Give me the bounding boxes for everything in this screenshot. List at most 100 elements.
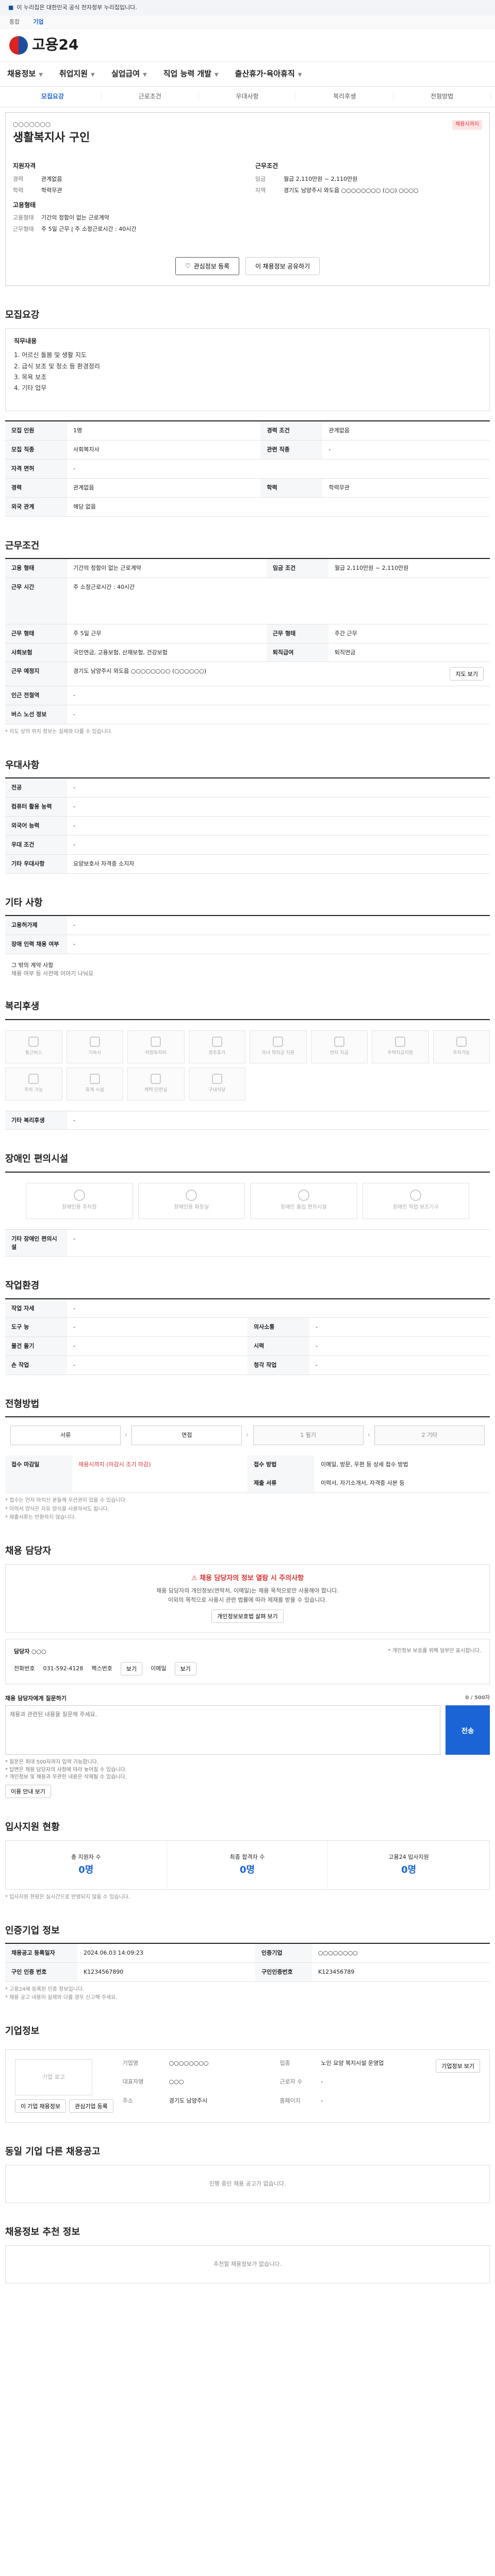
email-view-button[interactable]: 보기 <box>174 1662 196 1675</box>
table-row: 근무 시간 주 소정근로시간 : 40시간 <box>5 578 490 624</box>
deadline-badge: 채용시까지 <box>452 120 482 130</box>
stats-heading: 입사지원 현황 <box>5 1821 60 1833</box>
meta-heading: 인증기업 정보 <box>5 1925 60 1936</box>
fax-label: 팩스번호 <box>91 1665 112 1672</box>
dumbbell-icon <box>151 1074 161 1084</box>
fax-view-button[interactable]: 보기 <box>120 1662 143 1675</box>
employment-block: 고용형태 고용형태 기간의 정함이 없는 근로계약 근무형태 주 5일 근무 | 주… <box>13 201 240 236</box>
table-row: 경력 관계없음 학력 학력무관 <box>5 478 490 498</box>
tab-recruit[interactable]: 모집요강 <box>4 92 102 101</box>
row-value: - <box>67 705 490 725</box>
other-note-text: 채용 여부 등 사전에 이야기 나눠요 <box>11 970 94 977</box>
table-row: 물건 들기 - 시력 - <box>5 1336 490 1357</box>
welfare-label: 기숙사 <box>88 1050 102 1056</box>
contact-alert: ⚠ 채용 담당자의 정보 열람 시 주의사항 채용 담당자의 개인정보(연락처,… <box>5 1564 490 1633</box>
inquiry-notice-button[interactable]: 이용 안내 보기 <box>5 1784 51 1798</box>
conditions-block: 근무조건 임금 월급 2,110만원 ~ 2,110만원 지역 경기도 남양주시 와… <box>255 162 482 197</box>
facility-heading: 장애인 편의시설 <box>5 1154 69 1165</box>
tab-welfare[interactable]: 복리후생 <box>296 92 394 101</box>
stats-note: * 입사지원 현황은 실시간으로 반영되지 않을 수 있습니다. <box>5 1894 130 1901</box>
meta-table: 채용공고 등록일자 2024.06.03 14:09:23 인증기업 ○○○○○… <box>5 1942 490 1982</box>
nav-item-benefits[interactable]: 실업급여 ▼ <box>111 69 147 80</box>
nav-label: 출산휴가·육아휴직 <box>235 69 295 78</box>
welfare-item: 주차 가능 <box>5 1067 62 1100</box>
door-icon <box>298 1190 309 1201</box>
nav-item-support[interactable]: 취업지원 ▼ <box>59 69 95 80</box>
calendar-icon <box>211 1037 222 1047</box>
row-key: 인근 전철역 <box>5 686 67 706</box>
row-key: 근무 형태 <box>266 624 328 643</box>
welfare-item: 구내식당 <box>188 1067 245 1100</box>
duty-line: 3. 목욕 보조 <box>14 374 47 381</box>
row-key: 임금 조건 <box>266 558 328 578</box>
arrow-right-icon: › <box>246 1431 249 1439</box>
house-icon <box>395 1037 406 1047</box>
stat-label: 고용24 입사지원 <box>388 1854 429 1861</box>
row-key: 기타 장애인 편의시설 <box>5 1229 67 1257</box>
company-name[interactable]: ○○○○○○○ <box>13 120 90 129</box>
table-row: 도구 능 - 의사소통 - <box>5 1317 490 1337</box>
contact-heading: 채용 담당자 <box>5 1545 52 1556</box>
row-key: 의사소통 <box>248 1317 309 1337</box>
welfare-item: 차량유지비 <box>127 1030 185 1063</box>
row-value: 채용시까지 (마감시 조기 마감) <box>78 1461 151 1468</box>
row-key: 물건 들기 <box>5 1336 67 1357</box>
cond-key: 임금 <box>255 175 266 182</box>
nav-item-jobs[interactable]: 채용정보 ▼ <box>7 69 43 80</box>
privacy-law-button[interactable]: 개인정보보호법 살펴 보기 <box>211 1609 284 1623</box>
process-note: * 이력서 양식은 자유 양식을 사용하셔도 됩니다. <box>5 1506 110 1512</box>
row-value: 요양보호사 자격증 소지자 <box>67 854 490 874</box>
welfare-item: 경조휴가 <box>188 1030 245 1063</box>
row-key: 외국어 능력 <box>5 816 67 836</box>
tab-conditions[interactable]: 근로조건 <box>102 92 199 101</box>
prefer-heading: 우대사항 <box>5 759 40 771</box>
company-detail-button[interactable]: 기업정보 보기 <box>436 2059 480 2073</box>
chevron-down-icon: ▼ <box>214 72 219 78</box>
share-job-button[interactable]: 이 채용정보 공유하기 <box>245 257 320 275</box>
recruit-section: 모집요강 직무내용 1. 어르신 돌봄 및 생활 지도 2. 급식 보조 및 청… <box>5 309 490 517</box>
favorite-company-button[interactable]: 관심기업 등록 <box>69 2099 113 2113</box>
welfare-label: 체력 단련실 <box>144 1088 168 1093</box>
welfare-label: 주차가능 <box>453 1050 470 1056</box>
map-button[interactable]: 지도 보기 <box>450 667 484 681</box>
parking-icon <box>456 1037 467 1047</box>
env-heading: 작업환경 <box>5 1280 40 1292</box>
parking-icon <box>73 1190 85 1201</box>
tab-preference[interactable]: 우대사항 <box>199 92 296 101</box>
table-row: 손 작업 - 청각 작업 - <box>5 1355 490 1376</box>
main-nav: 채용정보 ▼ 취업지원 ▼ 실업급여 ▼ 직업 능력 개발 ▼ 출산휴가·육아휴직 ▼ <box>0 62 495 87</box>
inquiry-submit-button[interactable]: 전송 <box>446 1705 490 1755</box>
row-value: - <box>67 459 490 479</box>
header: 고용24 <box>0 29 495 62</box>
table-row: 외국 관계 해당 없음 <box>5 497 490 517</box>
row-key: 근무 형태 <box>5 624 67 643</box>
tab-process[interactable]: 전형방법 <box>393 92 491 101</box>
qual-value: 관계없음 <box>41 175 62 182</box>
nav-item-leave[interactable]: 출산휴가·육아휴직 ▼ <box>235 69 302 80</box>
brand-logo[interactable]: 고용24 <box>9 35 79 56</box>
welfare-item: 주차가능 <box>433 1030 490 1063</box>
arrow-right-icon: › <box>367 1431 370 1439</box>
process-step: 2 기타 <box>374 1426 485 1446</box>
stat-value: 0명 <box>78 1864 94 1875</box>
nav-item-training[interactable]: 직업 능력 개발 ▼ <box>163 69 219 80</box>
inquiry-input[interactable] <box>5 1705 440 1755</box>
save-job-button[interactable]: ♡ 관심정보 등록 <box>175 257 240 275</box>
table-row: 작업 자세 - <box>5 1298 490 1318</box>
welfare-label: 휴게 시설 <box>85 1088 104 1093</box>
row-value: - <box>322 440 490 460</box>
same-company-empty: 진행 중인 채용 공고가 없습니다. <box>5 2164 490 2203</box>
company-jobs-button[interactable]: 이 기업 채용정보 <box>15 2099 66 2113</box>
stat-value: 0명 <box>401 1864 417 1875</box>
qualification-block: 지원자격 경력 관계없음 학력 학력무관 <box>13 162 240 197</box>
gov-tab-company[interactable]: 기업 <box>33 18 43 26</box>
field-key: 근로자 수 <box>279 2078 303 2086</box>
field-value: 노인 요양 복지시설 운영업 <box>321 2059 384 2066</box>
phone-value: 031-592-4128 <box>43 1665 84 1672</box>
gov-tab-all[interactable]: 통합 <box>9 18 20 26</box>
stat-label: 총 지원자 수 <box>71 1854 101 1861</box>
flag-icon: ■ <box>8 4 14 11</box>
meta-note: * 채용 공고 내용이 실제와 다를 경우 신고해 주세요. <box>5 1995 118 2001</box>
welfare-label: 차량유지비 <box>145 1050 167 1056</box>
parking-icon <box>28 1074 39 1084</box>
